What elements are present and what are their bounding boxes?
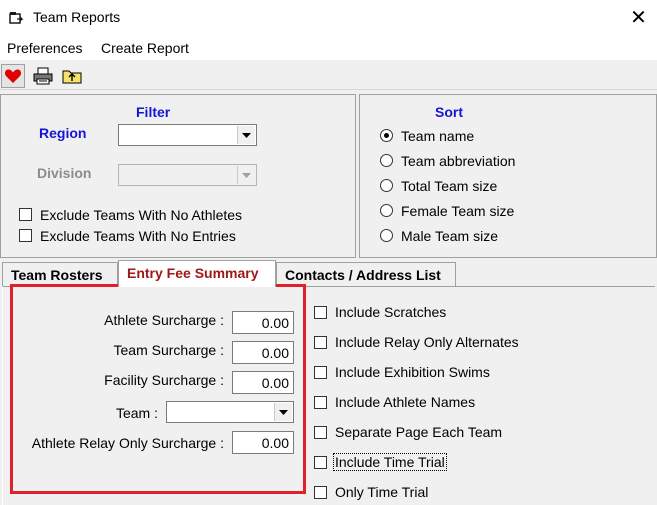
include-relay-alternates-label: Include Relay Only Alternates [335, 334, 519, 350]
exclude-no-athletes-label: Exclude Teams With No Athletes [40, 207, 243, 223]
sort-female-size-radio[interactable] [380, 204, 393, 217]
region-select[interactable] [118, 124, 257, 146]
sort-team-abbreviation-radio[interactable] [380, 154, 393, 167]
separate-page-each-team-label: Separate Page Each Team [335, 424, 503, 440]
region-label: Region [39, 125, 87, 141]
include-scratches-checkbox[interactable] [314, 306, 327, 319]
folder-up-icon [62, 70, 82, 84]
menu-preferences[interactable]: Preferences [7, 40, 82, 56]
menu-create-report[interactable]: Create Report [101, 40, 189, 56]
include-exhibition-swims-label: Include Exhibition Swims [335, 364, 490, 380]
sort-total-size-label: Total Team size [401, 178, 498, 194]
open-folder-button[interactable] [60, 64, 84, 88]
chevron-down-icon [237, 166, 255, 184]
sort-team-name-radio[interactable] [380, 129, 393, 142]
include-time-trial-label: Include Time Trial [333, 453, 447, 471]
exclude-no-athletes-checkbox[interactable] [19, 208, 32, 221]
app-icon [8, 10, 24, 26]
printer-icon [33, 67, 53, 85]
print-button[interactable] [31, 64, 55, 88]
sort-male-size-radio[interactable] [380, 229, 393, 242]
include-athlete-names-label: Include Athlete Names [335, 394, 476, 410]
filter-title: Filter [136, 104, 171, 120]
separate-page-each-team-checkbox[interactable] [314, 426, 327, 439]
chevron-down-icon [237, 126, 255, 144]
include-exhibition-swims-checkbox[interactable] [314, 366, 327, 379]
window-title: Team Reports [33, 9, 121, 25]
heart-icon [4, 69, 22, 83]
favorite-button[interactable] [1, 64, 25, 88]
toolbar [0, 62, 657, 90]
include-athlete-names-checkbox[interactable] [314, 396, 327, 409]
sort-team-abbreviation-label: Team abbreviation [401, 153, 516, 169]
division-select[interactable] [118, 164, 257, 186]
menu-bar [0, 36, 657, 60]
sort-female-size-label: Female Team size [401, 203, 515, 219]
include-scratches-label: Include Scratches [335, 304, 447, 320]
exclude-no-entries-label: Exclude Teams With No Entries [40, 228, 236, 244]
tab-team-rosters[interactable]: Team Rosters [2, 262, 118, 286]
sort-team-name-label: Team name [401, 128, 475, 144]
include-time-trial-checkbox[interactable] [314, 456, 327, 469]
tab-entry-fee-summary[interactable]: Entry Fee Summary [118, 260, 276, 287]
sort-total-size-radio[interactable] [380, 179, 393, 192]
highlight-annotation [10, 284, 306, 494]
sort-title: Sort [435, 104, 463, 120]
only-time-trial-label: Only Time Trial [335, 484, 429, 500]
division-label: Division [37, 165, 92, 181]
sort-male-size-label: Male Team size [401, 228, 499, 244]
include-relay-alternates-checkbox[interactable] [314, 336, 327, 349]
close-icon: ✕ [630, 6, 647, 29]
close-button[interactable]: ✕ [620, 0, 657, 34]
only-time-trial-checkbox[interactable] [314, 486, 327, 499]
tab-contacts-address-list[interactable]: Contacts / Address List [276, 262, 456, 286]
exclude-no-entries-checkbox[interactable] [19, 229, 32, 242]
